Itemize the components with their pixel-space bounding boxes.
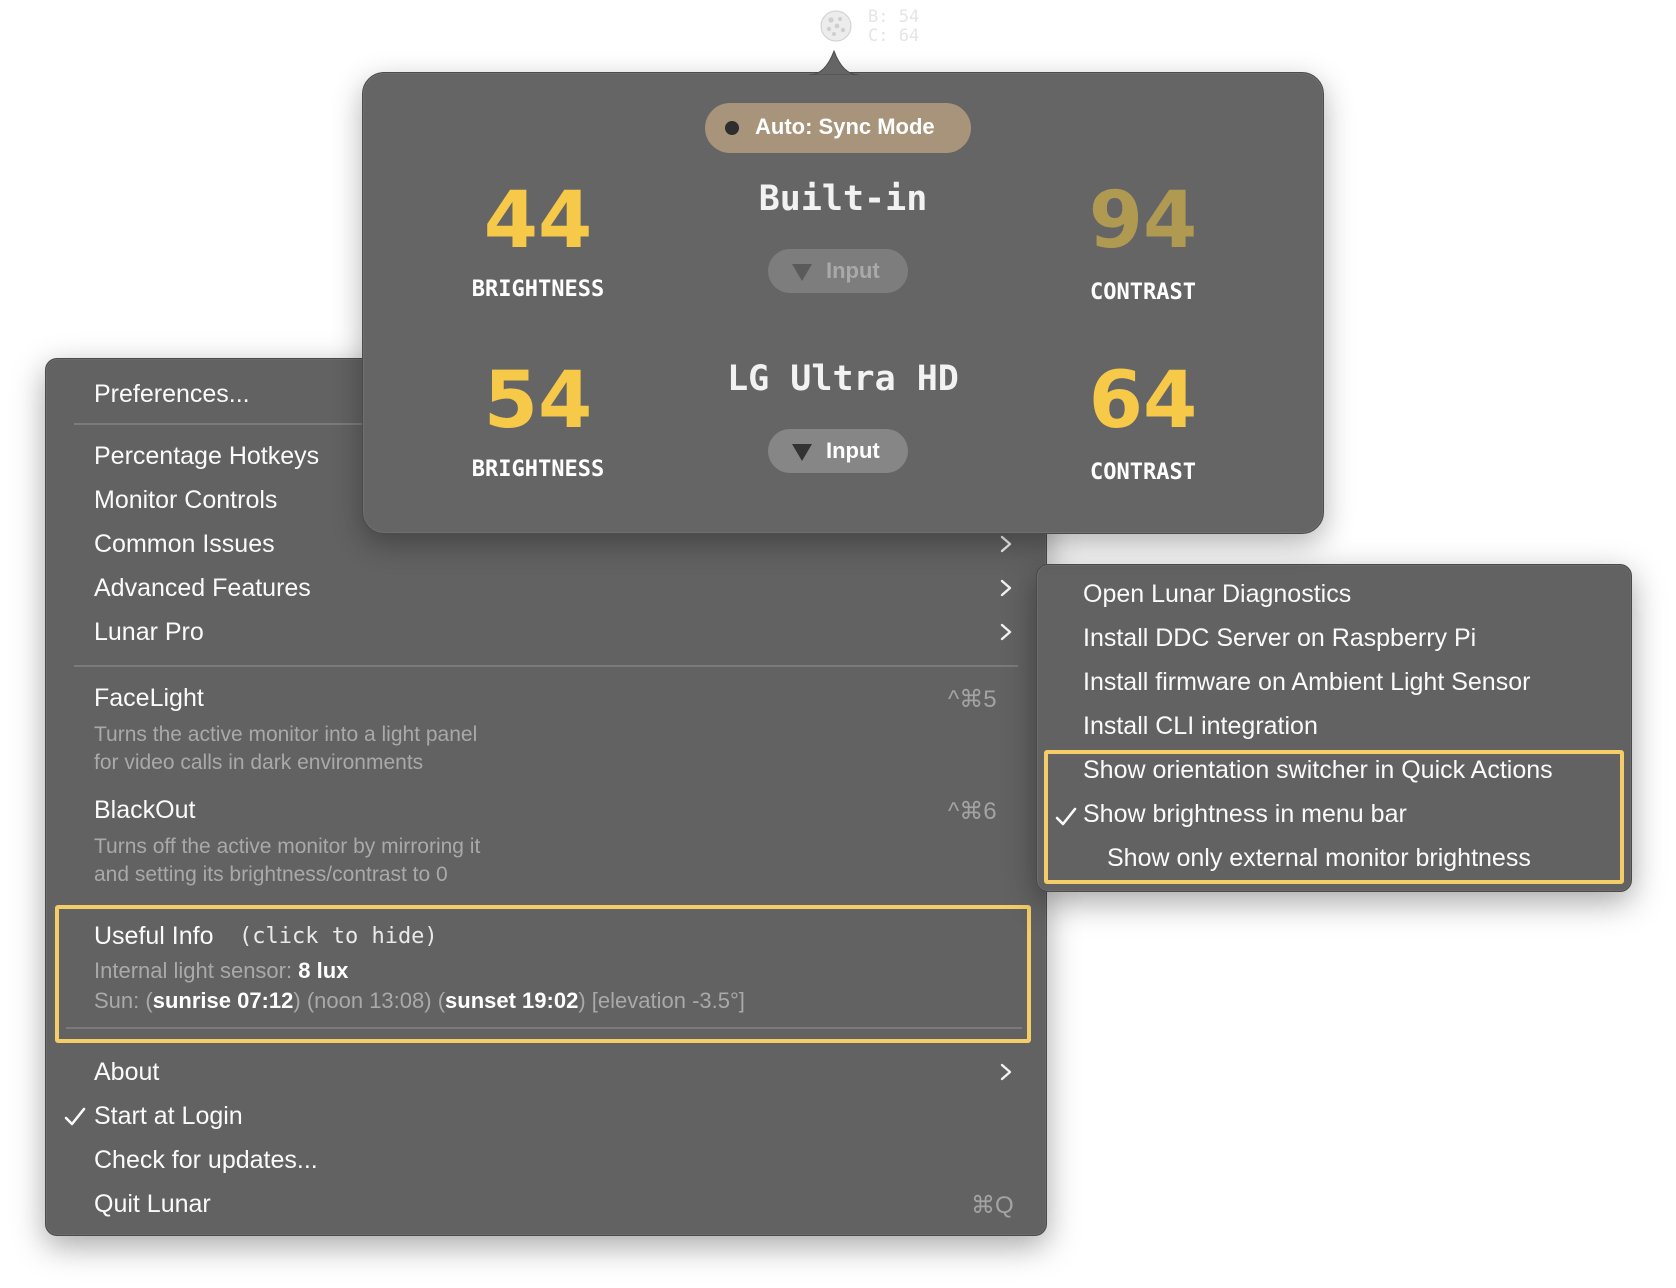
chevron-right-icon	[1000, 623, 1012, 641]
paren-open: (	[437, 988, 446, 1013]
chevron-right-icon	[1000, 1063, 1012, 1081]
menu-item-facelight[interactable]: FaceLight ^⌘5 Turns the active monitor i…	[46, 677, 1046, 787]
menu-item-label: Common Issues	[94, 530, 275, 558]
sunset-time: sunset 19:02	[445, 988, 579, 1013]
menu-item-start-at-login[interactable]: Start at Login	[46, 1095, 1046, 1137]
lg-monitor-name: LG Ultra HD	[727, 359, 959, 399]
popover-arrow	[809, 49, 859, 75]
submenu-item-install-firmware[interactable]: Install firmware on Ambient Light Sensor	[1083, 668, 1530, 697]
dropdown-triangle-icon	[792, 264, 812, 281]
lg-input-label: Input	[826, 438, 880, 463]
menubar-status-item[interactable]: B: 54 C: 64	[820, 8, 940, 48]
menu-item-label: BlackOut	[94, 796, 196, 824]
submenu-item-orientation-switcher[interactable]: Show orientation switcher in Quick Actio…	[1083, 756, 1553, 785]
lg-contrast-value[interactable]: 64	[1033, 361, 1253, 441]
submenu-item-install-ddc-server[interactable]: Install DDC Server on Raspberry Pi	[1083, 624, 1476, 653]
menu-item-label: Percentage Hotkeys	[94, 442, 320, 470]
menu-item-label: Quit Lunar	[94, 1190, 211, 1218]
menu-item-blackout[interactable]: BlackOut ^⌘6 Turns off the active monito…	[46, 789, 1046, 899]
menu-item-label: Monitor Controls	[94, 486, 278, 514]
builtin-brightness-value[interactable]: 44	[428, 181, 648, 261]
builtin-brightness-label: BRIGHTNESS	[471, 277, 605, 302]
sun-times-line: Sun: (sunrise 07:12) (noon 13:08) (sunse…	[94, 988, 745, 1014]
menubar-contrast-text: C: 64	[868, 26, 920, 46]
menu-item-quit[interactable]: Quit Lunar ⌘Q	[46, 1183, 1046, 1225]
menu-item-label: FaceLight	[94, 684, 204, 712]
lg-contrast-label: CONTRAST	[1090, 460, 1196, 485]
noon-time: (noon 13:08)	[306, 988, 432, 1013]
quit-shortcut: ⌘Q	[971, 1192, 1014, 1219]
submenu-item-show-brightness-menubar[interactable]: Show brightness in menu bar	[1083, 800, 1407, 829]
menu-item-label: About	[94, 1058, 160, 1086]
menu-item-label: Lunar Pro	[94, 618, 204, 646]
chevron-right-icon	[1000, 535, 1012, 553]
menu-item-label: Preferences...	[94, 380, 250, 408]
submenu-item-open-diagnostics[interactable]: Open Lunar Diagnostics	[1083, 580, 1351, 609]
mode-dot-icon	[725, 121, 739, 135]
facelight-description-line1: Turns the active monitor into a light pa…	[94, 723, 478, 746]
blackout-shortcut: ^⌘6	[948, 798, 997, 825]
light-sensor-value: 8 lux	[298, 958, 349, 983]
menu-item-about[interactable]: About	[46, 1051, 1046, 1093]
submenu-item-show-external-only[interactable]: Show only external monitor brightness	[1107, 844, 1531, 873]
builtin-input-label: Input	[826, 258, 880, 283]
menu-item-check-updates[interactable]: Check for updates...	[46, 1139, 1046, 1181]
menu-separator	[74, 665, 1018, 667]
menubar-brightness-text: B: 54	[868, 7, 920, 27]
builtin-monitor-name: Built-in	[758, 179, 928, 219]
menu-item-label: Advanced Features	[94, 574, 311, 602]
menu-item-useful-info[interactable]: Useful Info (click to hide) Internal lig…	[46, 915, 1046, 1035]
menu-separator	[66, 1027, 1022, 1029]
submenu-item-install-cli[interactable]: Install CLI integration	[1083, 712, 1318, 741]
quick-actions-popover: Auto: Sync Mode 44 BRIGHTNESS Built-in I…	[362, 49, 1324, 534]
builtin-contrast-label: CONTRAST	[1090, 280, 1196, 305]
builtin-input-button: Input	[768, 249, 908, 293]
dropdown-triangle-icon	[792, 444, 812, 461]
sun-label: Sun:	[94, 988, 140, 1013]
blackout-description-line2: and setting its brightness/contrast to 0	[94, 863, 448, 886]
chevron-right-icon	[1000, 579, 1012, 597]
facelight-description-line2: for video calls in dark environments	[94, 751, 424, 774]
light-sensor-label: Internal light sensor:	[94, 958, 293, 983]
paren-close: )	[578, 988, 586, 1013]
menu-item-advanced-features[interactable]: Advanced Features	[46, 567, 1046, 609]
lg-input-button[interactable]: Input	[768, 429, 908, 473]
lg-brightness-label: BRIGHTNESS	[471, 457, 605, 482]
paren-open: (	[145, 988, 153, 1013]
sun-elevation: [elevation -3.5°]	[591, 988, 745, 1013]
useful-info-title: Useful Info	[94, 922, 214, 950]
sync-mode-button[interactable]: Auto: Sync Mode	[705, 103, 971, 153]
lunar-moon-icon	[820, 10, 852, 42]
advanced-features-submenu: Open Lunar Diagnostics Install DDC Serve…	[1036, 564, 1632, 892]
blackout-description-line1: Turns off the active monitor by mirrorin…	[94, 835, 481, 858]
paren-close: )	[293, 988, 301, 1013]
menubar-brightness-readout: B: 54 C: 64	[868, 8, 919, 46]
sunrise-time: sunrise 07:12	[152, 988, 294, 1013]
checkmark-icon	[1055, 807, 1077, 826]
sync-mode-label: Auto: Sync Mode	[755, 114, 935, 139]
facelight-shortcut: ^⌘5	[948, 686, 997, 713]
menu-item-label: Check for updates...	[94, 1146, 318, 1174]
menu-item-lunar-pro[interactable]: Lunar Pro	[46, 611, 1046, 653]
lg-brightness-value[interactable]: 54	[428, 361, 648, 441]
useful-info-hint: (click to hide)	[239, 924, 438, 949]
builtin-contrast-value[interactable]: 94	[1033, 181, 1253, 261]
light-sensor-line: Internal light sensor: 8 lux	[94, 958, 348, 984]
menu-item-label: Start at Login	[94, 1102, 243, 1130]
checkmark-icon	[64, 1107, 86, 1126]
